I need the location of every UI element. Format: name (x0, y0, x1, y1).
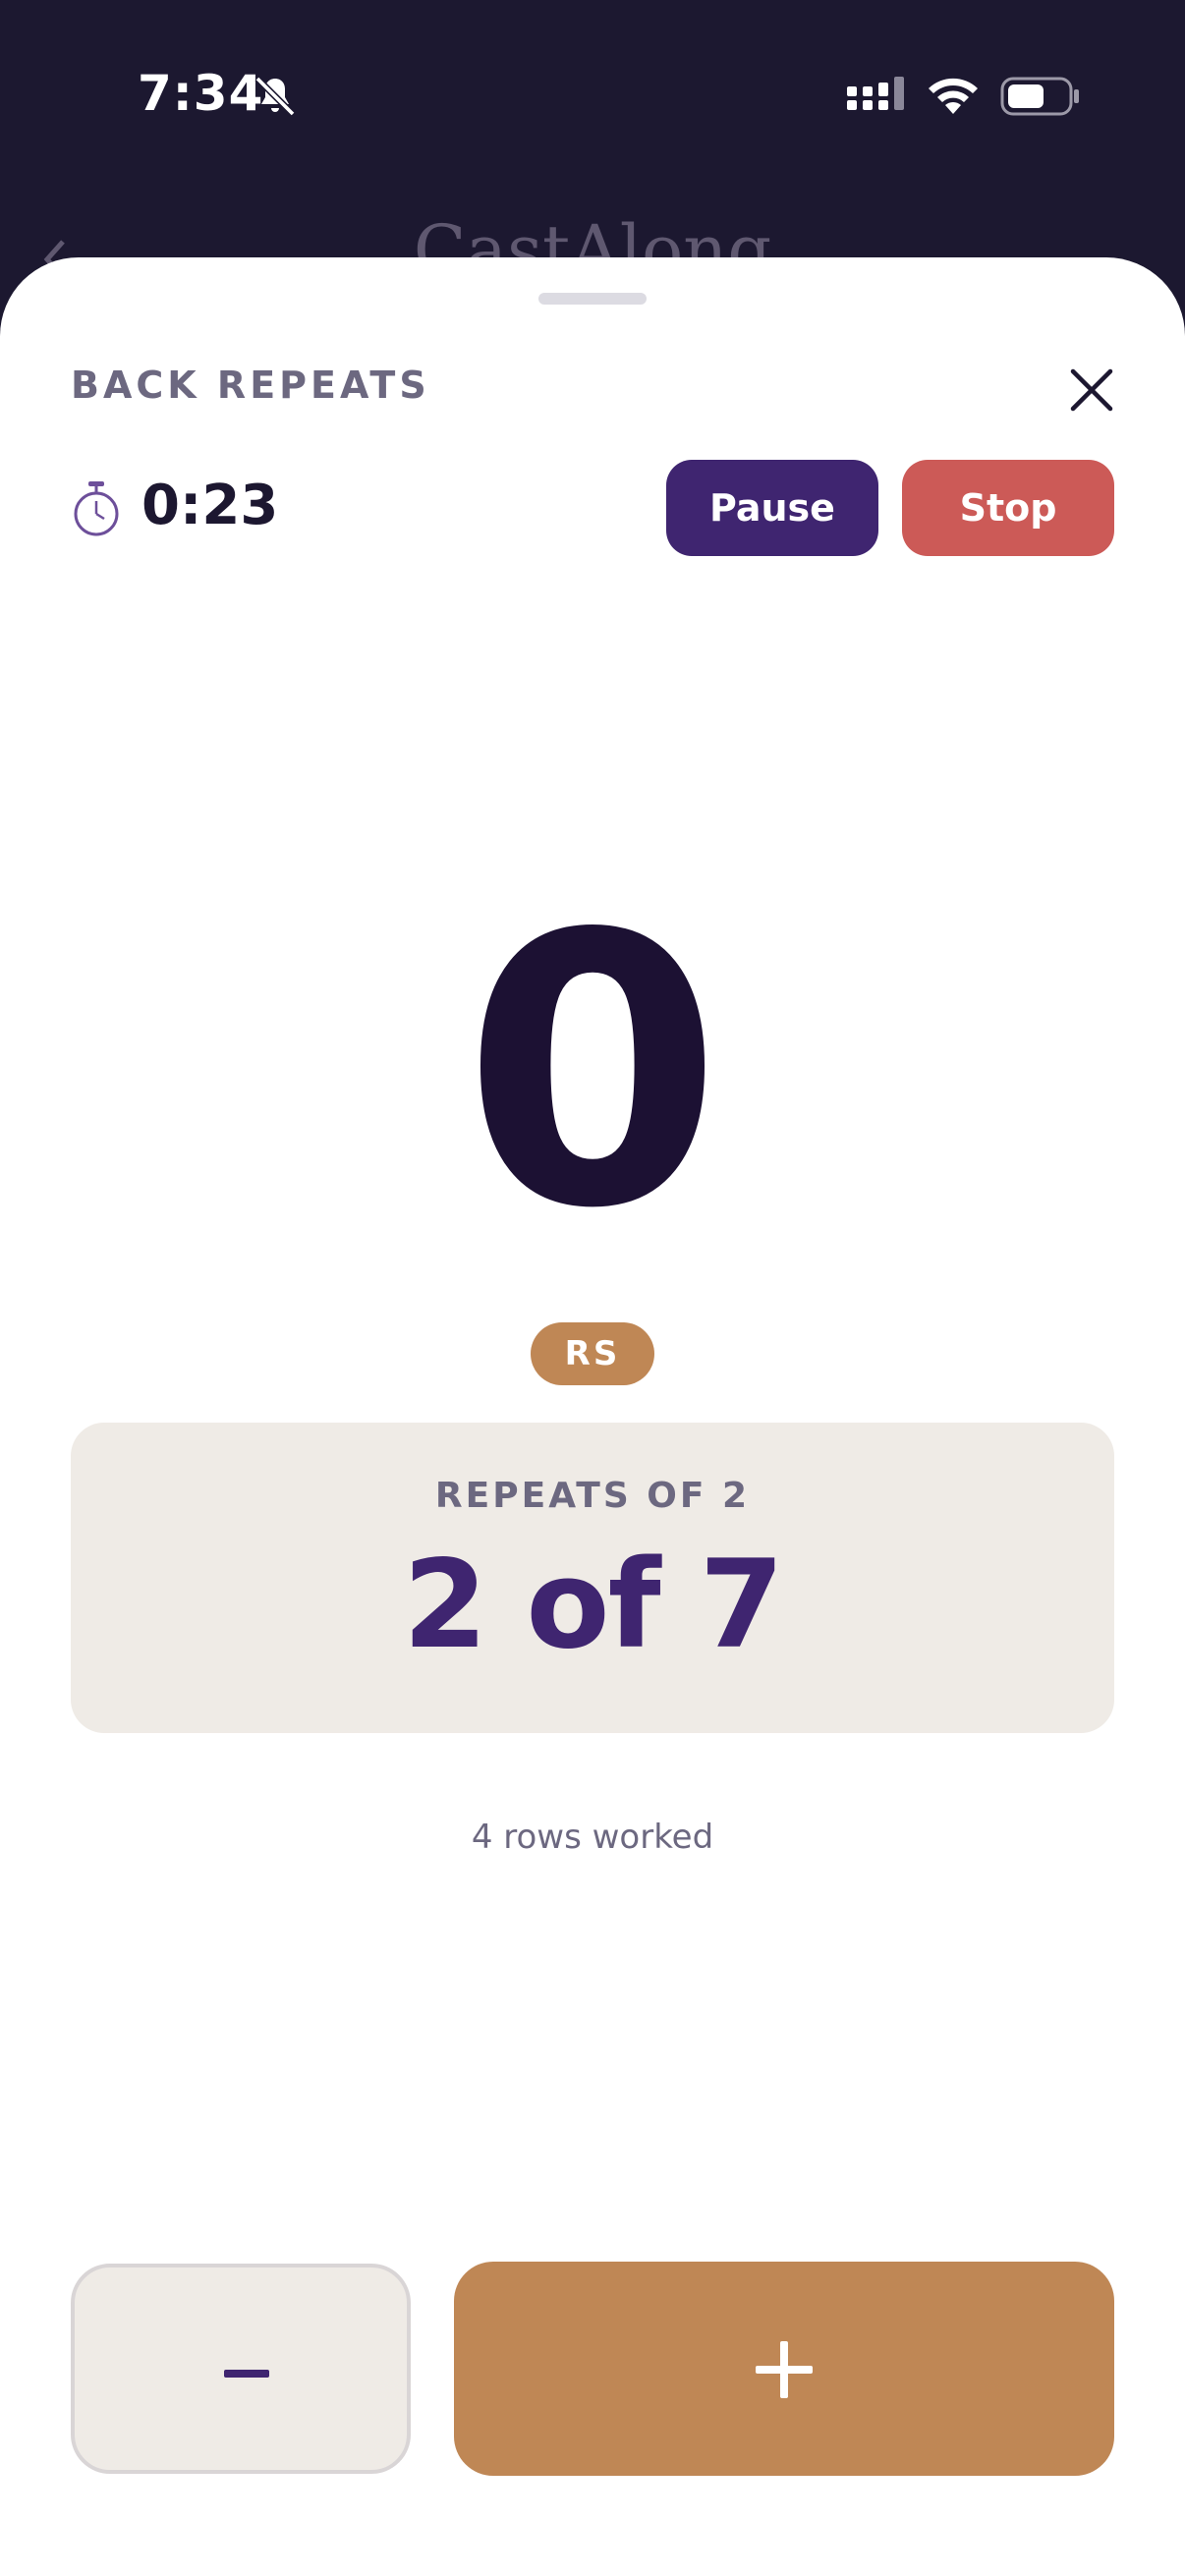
screen: 7:34 CastAlong BACK REPEATS 0:23 Pause S… (0, 0, 1185, 2576)
increment-button[interactable] (454, 2262, 1114, 2476)
plus-icon-vertical (780, 2341, 788, 2398)
decrement-button[interactable] (71, 2264, 411, 2474)
repeats-progress: 2 of 7 (402, 1535, 784, 1676)
repeats-card: REPEATS OF 2 2 of 7 (71, 1423, 1114, 1733)
bell-slash-icon (254, 76, 296, 117)
sheet-title: BACK REPEATS (71, 364, 430, 407)
status-bar: 7:34 (0, 0, 1185, 196)
minus-icon (224, 2370, 269, 2378)
battery-icon (1000, 77, 1079, 116)
pause-button[interactable]: Pause (666, 460, 878, 556)
stop-button[interactable]: Stop (902, 460, 1114, 556)
row-count: 0 (462, 855, 723, 1290)
rows-worked-text: 4 rows worked (471, 1818, 714, 1857)
timer-value: 0:23 (141, 474, 279, 537)
cellular-signal-icon (847, 77, 904, 110)
side-badge: RS (531, 1322, 654, 1385)
back-repeats-sheet: BACK REPEATS 0:23 Pause Stop 0 RS REPEAT… (0, 257, 1185, 2576)
status-time: 7:34 (138, 65, 264, 122)
stopwatch-icon (74, 481, 119, 536)
wifi-icon (929, 78, 978, 114)
sheet-grabber[interactable] (538, 293, 647, 305)
repeats-label: REPEATS OF 2 (434, 1476, 751, 1516)
close-icon[interactable] (1057, 356, 1126, 424)
